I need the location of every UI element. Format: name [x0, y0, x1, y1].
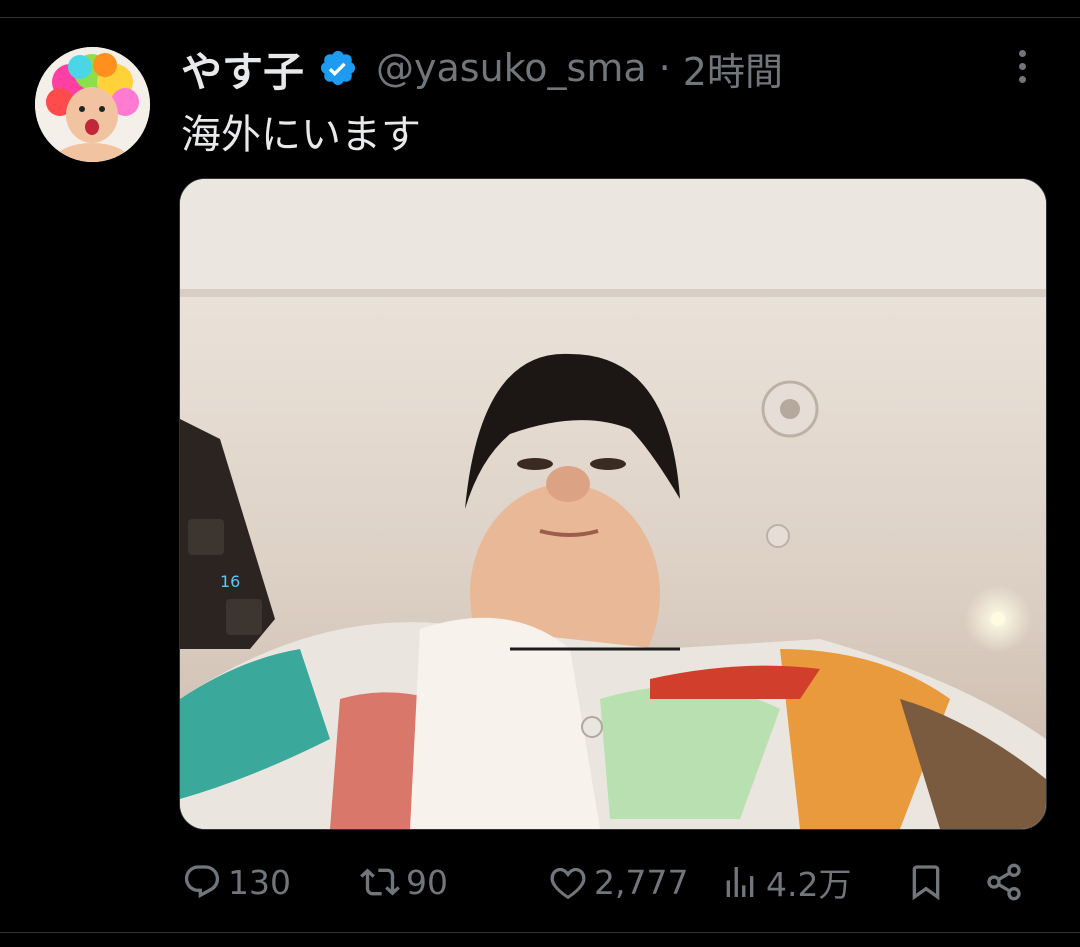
top-divider: [0, 17, 1080, 18]
like-icon: [550, 867, 586, 900]
verified-badge-icon: [320, 50, 356, 86]
retweet-button[interactable]: 90: [360, 850, 448, 914]
like-count: 2,777: [594, 862, 689, 902]
like-button[interactable]: 2,777: [548, 850, 688, 914]
avatar-image: [35, 47, 150, 162]
svg-text:16: 16: [220, 572, 240, 591]
views-icon: [726, 867, 754, 897]
tweet-header: やす子 @yasuko_sma · 2時間: [181, 40, 783, 96]
share-button[interactable]: [984, 850, 1024, 914]
bookmark-icon: [912, 865, 940, 901]
tweet-photo[interactable]: 16: [179, 178, 1047, 830]
views-count: 4.2万: [766, 865, 852, 904]
tweet-text: 海外にいます: [181, 112, 421, 158]
retweet-icon: [360, 868, 400, 896]
tweet-actions: 130 90 2,777 4.2万: [0, 850, 1080, 914]
author-name[interactable]: やす子: [181, 38, 304, 98]
avatar[interactable]: [35, 47, 150, 162]
tweet-time[interactable]: 2時間: [683, 41, 783, 96]
share-icon: [987, 863, 1021, 901]
selfie-photo: 16: [180, 179, 1046, 829]
reply-icon: [184, 865, 220, 899]
bookmark-button[interactable]: [906, 850, 946, 914]
bottom-divider: [0, 932, 1080, 933]
author-handle[interactable]: @yasuko_sma: [376, 46, 647, 90]
retweet-count: 90: [406, 862, 448, 902]
more-icon[interactable]: [1010, 50, 1034, 90]
reply-button[interactable]: 130: [182, 850, 291, 914]
reply-count: 130: [228, 862, 291, 902]
separator-dot: ·: [658, 46, 671, 90]
views-button[interactable]: 4.2万: [720, 850, 851, 914]
